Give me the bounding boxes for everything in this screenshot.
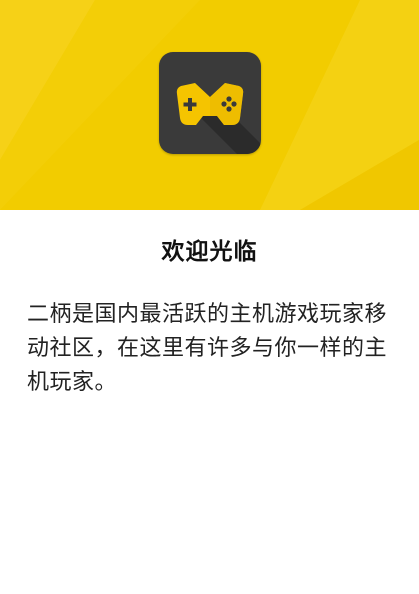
header-banner: [0, 0, 419, 210]
welcome-screen: 欢迎光临 二柄是国内最活跃的主机游戏玩家移动社区，在这里有许多与你一样的主机玩家…: [0, 0, 419, 594]
welcome-title: 欢迎光临: [161, 239, 258, 265]
welcome-description: 二柄是国内最活跃的主机游戏玩家移动社区，在这里有许多与你一样的主机玩家。: [27, 302, 388, 395]
app-icon: [159, 52, 261, 154]
gamepad-icon: [176, 83, 261, 154]
